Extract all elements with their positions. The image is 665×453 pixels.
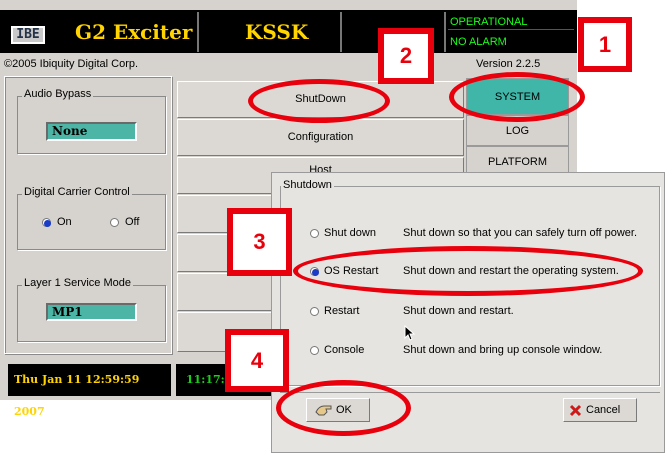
banner-divider [340, 12, 342, 52]
console-label: Console [324, 344, 365, 356]
cancel-x-icon [569, 404, 582, 417]
annotation-ellipse-os-restart [293, 246, 643, 296]
annotation-ellipse-shutdown [248, 79, 390, 123]
annotation-step-3: 3 [227, 208, 292, 276]
annotation-step-4: 4 [225, 329, 289, 392]
cancel-label: Cancel [586, 404, 621, 416]
digital-carrier-title: Digital Carrier Control [22, 186, 132, 198]
restart-radio[interactable] [310, 307, 319, 316]
station-callsign: KSSK [245, 20, 309, 44]
copyright-text: ©2005 Ibiquity Digital Corp. [4, 58, 139, 70]
shutdown-option-radio[interactable] [310, 229, 319, 238]
audio-bypass-value: None [46, 122, 137, 141]
restart-label: Restart [324, 305, 360, 317]
carrier-on-radio[interactable] [42, 218, 51, 227]
banner-divider [197, 12, 199, 52]
annotation-step-2: 2 [378, 28, 434, 84]
annotation-ellipse-ok [276, 380, 411, 436]
console-radio[interactable] [310, 346, 319, 355]
annotation-ellipse-system [449, 72, 585, 122]
cancel-button[interactable]: Cancel [563, 398, 637, 422]
annotation-step-1: 1 [578, 17, 632, 72]
alarm-status: NO ALARM [448, 34, 574, 50]
date-display: Thu Jan 11 12:59:59 2007 [8, 364, 171, 418]
configuration-button[interactable]: Configuration [177, 119, 464, 156]
carrier-on-label: On [57, 216, 72, 228]
mouse-cursor-icon [404, 325, 416, 341]
layer1-title: Layer 1 Service Mode [22, 277, 133, 289]
digital-carrier-group [17, 194, 166, 250]
ibiquity-logo: IBE [11, 26, 45, 44]
shutdown-dialog-title: Shutdown [281, 179, 334, 191]
console-desc: Shut down and bring up console window. [403, 344, 603, 356]
version-text: Version 2.2.5 [476, 58, 541, 70]
shutdown-option-label: Shut down [324, 227, 376, 239]
audio-bypass-title: Audio Bypass [22, 88, 94, 100]
shutdown-option-desc: Shut down so that you can safely turn of… [403, 227, 637, 239]
carrier-off-label: Off [125, 216, 140, 228]
layer1-value: MP1 [46, 303, 137, 321]
operational-status: OPERATIONAL [448, 14, 574, 30]
restart-desc: Shut down and restart. [403, 305, 514, 317]
carrier-off-radio[interactable] [110, 218, 119, 227]
banner-divider [444, 12, 446, 52]
product-title: G2 Exciter [75, 20, 193, 44]
